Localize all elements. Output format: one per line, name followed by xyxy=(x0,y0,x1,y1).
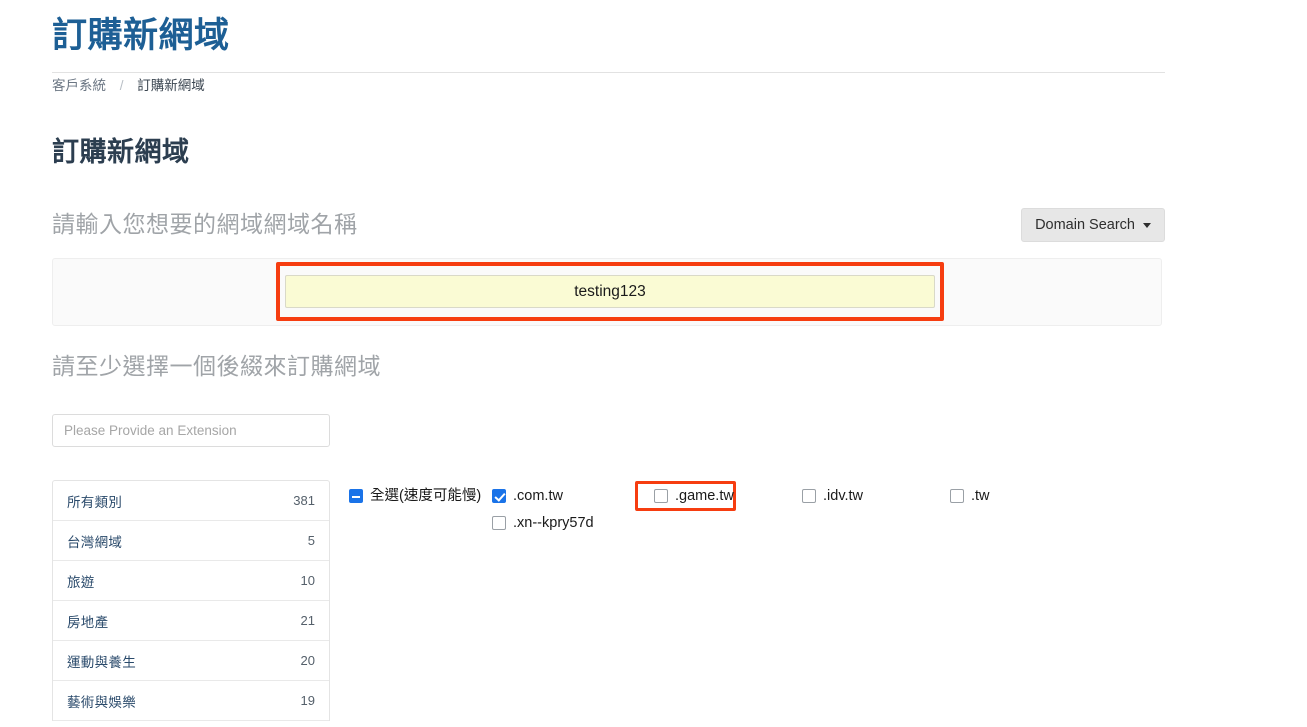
page-title: 訂購新網域 xyxy=(52,14,1165,73)
category-row[interactable]: 藝術與娛樂 19 xyxy=(53,681,329,721)
extension-option-label: .com.tw xyxy=(513,488,563,504)
extension-grid: 全選(速度可能慢) .com.tw .game.tw .idv.tw .tw .… xyxy=(349,480,1179,534)
extension-option-label: .tw xyxy=(971,488,990,504)
extension-option-label: .idv.tw xyxy=(823,488,864,504)
checkbox-unchecked-icon[interactable] xyxy=(802,489,816,503)
category-count: 19 xyxy=(300,693,315,708)
checkbox-unchecked-icon[interactable] xyxy=(654,489,668,503)
category-count: 20 xyxy=(300,653,315,668)
extension-option-idv-tw[interactable]: .idv.tw xyxy=(802,480,950,507)
category-name: 旅遊 xyxy=(67,574,95,590)
page-root: 訂購新網域 客戶系統 / 訂購新網域 訂購新網域 請輸入您想要的網域網域名稱 D… xyxy=(0,0,1307,727)
extension-filter-input[interactable] xyxy=(52,414,330,447)
category-name: 運動與養生 xyxy=(67,654,136,670)
extension-select-all-label: 全選(速度可能慢) xyxy=(370,488,482,504)
category-name: 台灣網域 xyxy=(67,534,123,550)
category-name: 所有類別 xyxy=(67,494,123,510)
category-name: 房地產 xyxy=(67,614,109,630)
breadcrumb-item-root[interactable]: 客戶系統 xyxy=(52,78,106,93)
category-count: 5 xyxy=(307,533,315,548)
extension-option-label: .game.tw xyxy=(675,488,734,504)
caret-down-icon xyxy=(1143,222,1151,228)
breadcrumb-separator: / xyxy=(119,78,124,93)
category-count: 21 xyxy=(300,613,315,628)
checkbox-checked-icon[interactable] xyxy=(492,489,506,503)
domain-search-button[interactable]: Domain Search xyxy=(1021,208,1165,242)
category-count: 381 xyxy=(293,493,315,508)
category-row[interactable]: 台灣網域 5 xyxy=(53,521,329,561)
extension-option-tw[interactable]: .tw xyxy=(950,480,1098,507)
category-row[interactable]: 旅遊 10 xyxy=(53,561,329,601)
extension-prompt-label: 請至少選擇一個後綴來訂購網域 xyxy=(52,353,381,379)
checkbox-indeterminate-icon[interactable] xyxy=(349,489,363,503)
breadcrumb-item-current: 訂購新網域 xyxy=(137,78,205,93)
extension-select-all[interactable]: 全選(速度可能慢) xyxy=(349,480,492,507)
section-title: 訂購新網域 xyxy=(52,137,190,167)
checkbox-unchecked-icon[interactable] xyxy=(492,516,506,530)
extension-checkbox-area: 全選(速度可能慢) .com.tw .game.tw .idv.tw .tw .… xyxy=(349,480,1179,534)
domain-name-input[interactable] xyxy=(285,275,935,308)
category-row[interactable]: 房地產 21 xyxy=(53,601,329,641)
category-count: 10 xyxy=(300,573,315,588)
category-row[interactable]: 運動與養生 20 xyxy=(53,641,329,681)
domain-search-button-label: Domain Search xyxy=(1035,217,1135,233)
category-list: 所有類別 381 台灣網域 5 旅遊 10 房地產 21 運動與養生 20 藝術… xyxy=(52,480,330,721)
extension-option-label: .xn--kpry57d xyxy=(513,515,594,531)
extension-option-xn--kpry57d[interactable]: .xn--kpry57d xyxy=(492,507,654,534)
extension-option-game-tw[interactable]: .game.tw xyxy=(654,480,802,507)
breadcrumb: 客戶系統 / 訂購新網域 xyxy=(52,77,205,95)
checkbox-unchecked-icon[interactable] xyxy=(950,489,964,503)
category-name: 藝術與娛樂 xyxy=(67,694,136,710)
page-header: 訂購新網域 xyxy=(52,14,1165,73)
domain-search-panel xyxy=(52,258,1162,326)
search-prompt-label: 請輸入您想要的網域網域名稱 xyxy=(52,211,358,237)
category-row[interactable]: 所有類別 381 xyxy=(53,481,329,521)
extension-option-com-tw[interactable]: .com.tw xyxy=(492,480,736,511)
